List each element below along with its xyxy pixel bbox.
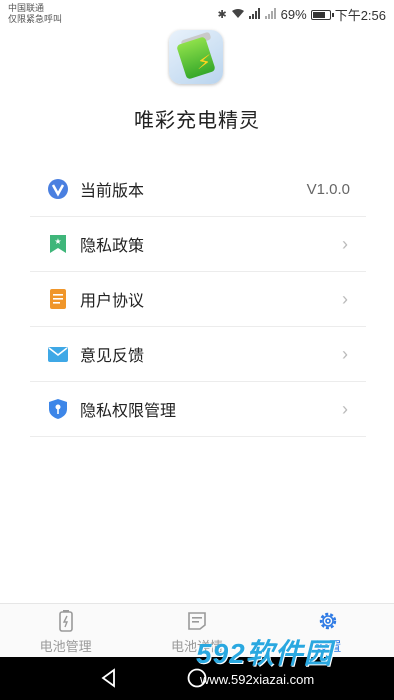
tab-battery-management[interactable]: 电池管理 [0, 604, 131, 658]
list-item-label: 意见反馈 [80, 348, 145, 365]
battery-icon [310, 9, 334, 20]
bluetooth-icon: ✱ [217, 9, 227, 21]
emergency-only-label: 仅限紧急呼叫 [8, 14, 63, 24]
chevron-right-icon: › [342, 288, 348, 309]
bookmark-star-icon: ★ [48, 234, 68, 254]
app-logo-icon: ⚡ [169, 30, 223, 84]
watermark-url: www.592xiazai.com [200, 672, 315, 687]
signal-icon-2 [264, 7, 277, 22]
version-value: V1.0.0 [306, 180, 350, 198]
list-item-user-agreement[interactable]: 用户协议 › [30, 272, 366, 327]
list-item-label: 当前版本 [80, 183, 145, 200]
list-item-version: 当前版本 V1.0.0 [30, 162, 366, 217]
chevron-right-icon: › [342, 233, 348, 254]
carrier-name: 中国联通 [8, 3, 45, 13]
status-bar: 中国联通 仅限紧急呼叫 ✱ 69% 下午2:56 [0, 0, 394, 28]
battery-icon [55, 610, 77, 632]
clock: 下午2:56 [334, 8, 386, 23]
wifi-icon [231, 8, 245, 22]
v-logo-icon [48, 179, 68, 199]
list-item-privacy-policy[interactable]: ★ 隐私政策 › [30, 217, 366, 272]
list-item-label: 隐私权限管理 [80, 403, 177, 420]
settings-list: 当前版本 V1.0.0 ★ 隐私政策 › 用户协议 › 意见反馈 › 隐私权限管… [30, 162, 366, 437]
carrier-info: 中国联通 仅限紧急呼叫 [8, 3, 62, 25]
list-item-feedback[interactable]: 意见反馈 › [30, 327, 366, 382]
back-icon[interactable] [98, 667, 120, 689]
watermark-brand: 592软件园 [196, 638, 333, 669]
status-icons: ✱ 69% 下午2:56 [217, 5, 386, 24]
svg-text:★: ★ [54, 237, 61, 246]
list-item-label: 用户协议 [80, 293, 145, 310]
signal-icon [248, 7, 261, 22]
mail-icon [48, 344, 68, 364]
list-item-label: 隐私政策 [80, 238, 145, 255]
battery-percent: 69% [280, 7, 307, 22]
tab-label: 电池管理 [39, 639, 92, 654]
list-item-privacy-permissions[interactable]: 隐私权限管理 › [30, 382, 366, 437]
document-icon [48, 289, 68, 309]
watermark-logo: 592软件园 www.592xiazai.com [190, 628, 390, 696]
chevron-right-icon: › [342, 398, 348, 419]
chevron-right-icon: › [342, 343, 348, 364]
app-name: 唯彩充电精灵 [134, 110, 260, 132]
shield-key-icon [48, 399, 68, 419]
